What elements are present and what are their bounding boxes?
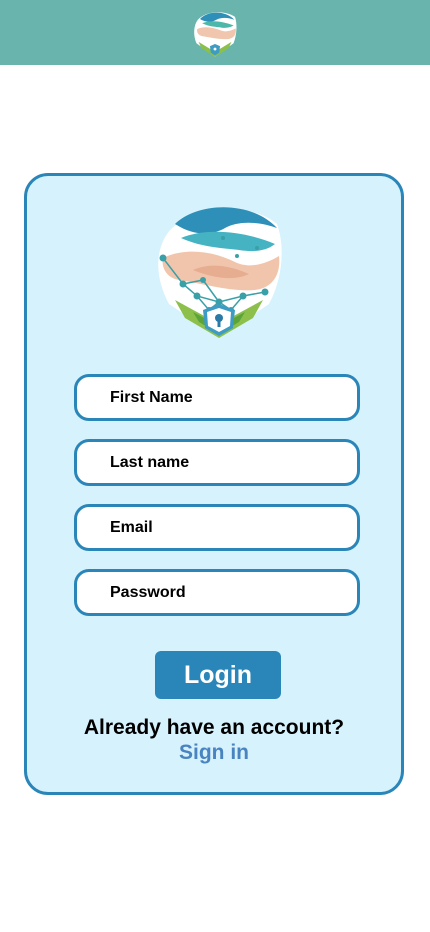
last-name-field[interactable] <box>74 439 360 486</box>
first-name-field[interactable] <box>74 374 360 421</box>
top-bar <box>0 0 430 65</box>
app-logo-icon <box>194 12 237 57</box>
email-field[interactable] <box>74 504 360 551</box>
sign-in-link[interactable]: Sign in <box>27 741 401 765</box>
signup-card: Login Already have an account? Sign in <box>24 173 404 795</box>
account-prompt: Already have an account? <box>83 716 345 739</box>
password-field[interactable] <box>74 569 360 616</box>
login-button[interactable]: Login <box>155 651 281 699</box>
hands-network-shield-logo-icon <box>158 207 282 338</box>
